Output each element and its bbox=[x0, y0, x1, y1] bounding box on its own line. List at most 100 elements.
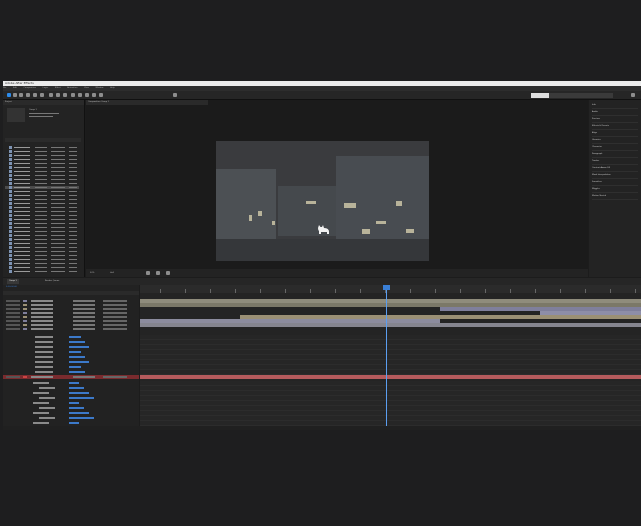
panel-tracker[interactable]: Tracker bbox=[592, 159, 638, 165]
project-item-row[interactable] bbox=[5, 202, 79, 205]
search-help-icon[interactable] bbox=[631, 93, 635, 97]
project-item-row[interactable] bbox=[5, 266, 79, 269]
hand-tool-icon[interactable] bbox=[13, 93, 17, 97]
project-item-row[interactable] bbox=[5, 230, 79, 233]
project-item-row[interactable] bbox=[5, 210, 79, 213]
camera-tool-icon[interactable] bbox=[33, 93, 37, 97]
project-item-row[interactable] bbox=[5, 154, 79, 157]
project-item-row[interactable] bbox=[5, 218, 79, 221]
brush-tool-icon[interactable] bbox=[71, 93, 75, 97]
property-row[interactable] bbox=[3, 360, 139, 364]
grid-icon[interactable] bbox=[146, 271, 150, 275]
property-row[interactable] bbox=[3, 416, 139, 420]
puppet-tool-icon[interactable] bbox=[99, 93, 103, 97]
rotate-tool-icon[interactable] bbox=[26, 93, 30, 97]
project-item-row[interactable] bbox=[5, 158, 79, 161]
panel-info[interactable]: Info bbox=[592, 103, 638, 109]
timecode-display[interactable]: 0:00:00:00 bbox=[6, 286, 17, 288]
layer-row-selected[interactable] bbox=[3, 375, 139, 379]
project-item-row[interactable] bbox=[5, 206, 79, 209]
panel-libraries[interactable]: Libraries bbox=[592, 138, 638, 144]
property-row[interactable] bbox=[3, 335, 139, 339]
property-row[interactable] bbox=[3, 381, 139, 385]
project-item-row[interactable] bbox=[5, 178, 79, 181]
panel-paragraph[interactable]: Paragraph bbox=[592, 152, 638, 158]
project-item-row[interactable] bbox=[5, 222, 79, 225]
project-item-row[interactable] bbox=[5, 166, 79, 169]
project-item-row[interactable] bbox=[5, 174, 79, 177]
property-row[interactable] bbox=[3, 370, 139, 374]
zoom-dropdown[interactable]: 50% bbox=[90, 269, 94, 277]
property-row[interactable] bbox=[3, 350, 139, 354]
project-search-input[interactable] bbox=[5, 138, 81, 142]
eraser-icon[interactable] bbox=[85, 93, 89, 97]
roto-brush-icon[interactable] bbox=[92, 93, 96, 97]
panel-preview[interactable]: Preview bbox=[592, 117, 638, 123]
tab-render-queue[interactable]: Render Queue bbox=[43, 279, 61, 284]
project-item-row[interactable] bbox=[5, 170, 79, 173]
project-item-row[interactable] bbox=[5, 146, 79, 149]
project-item-row[interactable] bbox=[5, 254, 79, 257]
channel-icon[interactable] bbox=[166, 271, 170, 275]
workspace-learn-button[interactable] bbox=[549, 93, 563, 98]
property-row[interactable] bbox=[3, 396, 139, 400]
project-item-row[interactable] bbox=[5, 258, 79, 261]
workspace-libraries-button[interactable] bbox=[595, 93, 613, 98]
zoom-tool-icon[interactable] bbox=[19, 93, 23, 97]
pen-tool-icon[interactable] bbox=[56, 93, 60, 97]
property-row[interactable] bbox=[3, 401, 139, 405]
project-item-row[interactable] bbox=[5, 214, 79, 217]
project-item-row[interactable] bbox=[5, 162, 79, 165]
panel-character[interactable]: Character bbox=[592, 145, 638, 151]
property-row[interactable] bbox=[3, 411, 139, 415]
panel-smoother[interactable]: Smoother bbox=[592, 180, 638, 186]
composition-canvas[interactable] bbox=[216, 141, 429, 261]
property-row[interactable] bbox=[3, 386, 139, 390]
panel-effects-presets[interactable]: Effects & Presets bbox=[592, 124, 638, 130]
project-item-row[interactable] bbox=[5, 226, 79, 229]
camera-snapshot-icon[interactable] bbox=[156, 271, 160, 275]
layer-bar[interactable] bbox=[140, 375, 641, 379]
project-item-row[interactable] bbox=[5, 194, 79, 197]
property-row[interactable] bbox=[3, 345, 139, 349]
time-ruler[interactable] bbox=[140, 285, 641, 293]
resolution-dropdown[interactable]: Half bbox=[110, 269, 114, 277]
property-row[interactable] bbox=[3, 406, 139, 410]
project-item-row[interactable] bbox=[5, 190, 79, 193]
project-item-row[interactable] bbox=[5, 186, 79, 189]
property-row[interactable] bbox=[3, 365, 139, 369]
type-tool-icon[interactable] bbox=[63, 93, 67, 97]
property-row[interactable] bbox=[3, 355, 139, 359]
panel-mask-interpolation[interactable]: Mask Interpolation bbox=[592, 173, 638, 179]
workspace-small-screen-button[interactable] bbox=[579, 93, 595, 98]
project-item-row[interactable] bbox=[5, 150, 79, 153]
rectangle-tool-icon[interactable] bbox=[49, 93, 53, 97]
composition-tab[interactable]: Composition Comp 1 bbox=[86, 100, 208, 105]
layer-bar[interactable] bbox=[140, 323, 641, 327]
project-item-row[interactable] bbox=[5, 238, 79, 241]
workspace-default-button[interactable] bbox=[531, 93, 549, 98]
snapping-icon[interactable] bbox=[173, 93, 177, 97]
project-item-row[interactable] bbox=[5, 234, 79, 237]
panel-content-aware-fill[interactable]: Content-Aware Fill bbox=[592, 166, 638, 172]
project-item-row[interactable] bbox=[5, 242, 79, 245]
project-item-row[interactable] bbox=[5, 250, 79, 253]
current-time-indicator-handle[interactable] bbox=[383, 285, 390, 290]
project-tab[interactable]: Project bbox=[3, 100, 84, 105]
workspace-standard-button[interactable] bbox=[563, 93, 579, 98]
project-item-row[interactable] bbox=[5, 182, 79, 185]
clone-stamp-icon[interactable] bbox=[78, 93, 82, 97]
project-item-row[interactable] bbox=[5, 246, 79, 249]
panel-motion-sketch[interactable]: Motion Sketch bbox=[592, 194, 638, 200]
current-time-indicator[interactable] bbox=[386, 285, 387, 430]
property-row[interactable] bbox=[3, 421, 139, 425]
selection-tool-icon[interactable] bbox=[7, 93, 11, 97]
project-item-row[interactable] bbox=[5, 198, 79, 201]
layer-row[interactable] bbox=[3, 327, 139, 331]
property-row[interactable] bbox=[3, 340, 139, 344]
pan-behind-icon[interactable] bbox=[40, 93, 44, 97]
tab-comp-1[interactable]: Comp 1 bbox=[7, 279, 19, 284]
project-item-row[interactable] bbox=[5, 270, 79, 273]
panel-audio[interactable]: Audio bbox=[592, 110, 638, 116]
project-item-row[interactable] bbox=[5, 262, 79, 265]
